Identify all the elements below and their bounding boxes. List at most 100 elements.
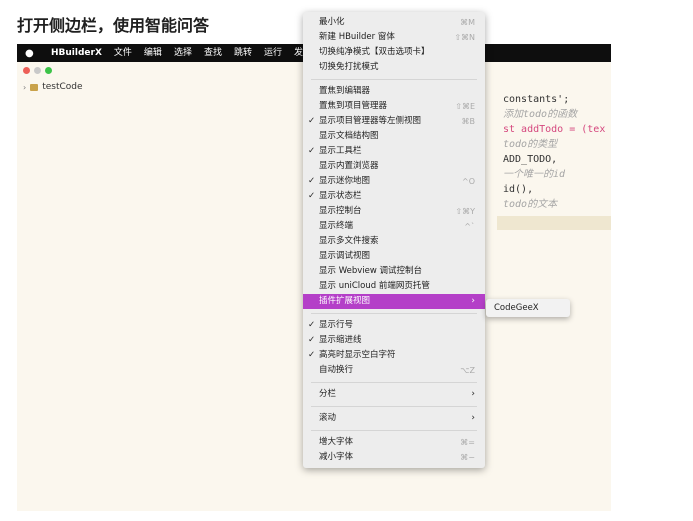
folder-icon	[30, 83, 39, 91]
code-line: 一个唯一的id	[503, 169, 566, 180]
view-menu-item[interactable]: 显示内置浏览器	[303, 159, 485, 174]
plugin-submenu[interactable]: CodeGeeX	[486, 299, 570, 317]
menu-run[interactable]: 运行	[258, 44, 288, 62]
shortcut-label: ⌘B	[461, 117, 476, 126]
view-menu-item-label: 最小化	[319, 17, 345, 27]
view-menu-item-label: 减小字体	[319, 452, 354, 462]
view-menu-item[interactable]: ✓ 显示状态栏	[303, 189, 485, 204]
menu-edit[interactable]: 编辑	[138, 44, 168, 62]
checkmark-icon: ✓	[308, 320, 316, 330]
code-line: constants';	[503, 94, 570, 105]
shortcut-label: ^O	[462, 177, 475, 186]
chevron-right-icon: ›	[471, 296, 475, 306]
shortcut-label: ^`	[464, 222, 475, 231]
chevron-right-icon: ›	[471, 389, 475, 399]
view-menu-item[interactable]: ✓ 显示迷你地图 ^O	[303, 174, 485, 189]
code-line: st addTodo = (tex	[503, 124, 606, 135]
view-menu-item-label: 切换免打扰模式	[319, 62, 379, 72]
view-menu-item[interactable]: 插件扩展视图 ›	[303, 294, 485, 309]
view-menu-item-label: 显示缩进线	[319, 335, 362, 345]
code-editor[interactable]: constants'; 添加todo的函数 st addTodo = (tex tod…	[503, 92, 605, 212]
view-menu: 最小化 ⌘M 新建 HBuilder 窗体 ⇧⌘N 切换纯净模式【双击选项卡】切换免打扰…	[303, 12, 485, 468]
shortcut-label: ⌘=	[460, 438, 475, 447]
view-menu-item-label: 显示迷你地图	[319, 176, 371, 186]
view-menu-item[interactable]: ✓ 显示行号	[303, 318, 485, 333]
view-menu-item-label: 显示项目管理器等左侧视图	[319, 116, 422, 126]
view-menu-item[interactable]: 显示控制台 ⇧⌘Y	[303, 204, 485, 219]
code-line: id(),	[503, 184, 534, 195]
view-menu-item[interactable]: 显示调试视图	[303, 249, 485, 264]
view-menu-item[interactable]: 置焦到项目管理器 ⇧⌘E	[303, 99, 485, 114]
view-menu-item-label: 显示 uniCloud 前端网页托管	[319, 281, 430, 291]
code-line: 添加todo的函数	[503, 109, 578, 120]
shortcut-label: ⌥Z	[460, 366, 475, 375]
shortcut-label: ⇧⌘N	[454, 33, 475, 42]
shortcut-label: ⌘−	[460, 453, 475, 462]
checkmark-icon: ✓	[308, 176, 316, 186]
minimize-window-icon[interactable]	[34, 67, 41, 74]
view-menu-item[interactable]: 显示文档结构图	[303, 129, 485, 144]
menu-find[interactable]: 查找	[198, 44, 228, 62]
chevron-right-icon[interactable]: ›	[23, 83, 26, 92]
menu-separator	[311, 313, 477, 314]
menu-goto[interactable]: 跳转	[228, 44, 258, 62]
shortcut-label: ⇧⌘Y	[455, 207, 475, 216]
view-menu-item[interactable]: 最小化 ⌘M	[303, 15, 485, 30]
shortcut-label: ⌘M	[460, 18, 475, 27]
view-menu-item[interactable]: 切换纯净模式【双击选项卡】	[303, 45, 485, 60]
code-line: todo的类型	[503, 139, 558, 150]
view-menu-item-label: 显示文档结构图	[319, 131, 379, 141]
menu-separator	[311, 79, 477, 80]
shortcut-label: ⇧⌘E	[455, 102, 475, 111]
view-menu-item[interactable]: 切换免打扰模式	[303, 60, 485, 75]
view-menu-item-label: 高亮时显示空白字符	[319, 350, 396, 360]
menu-select[interactable]: 选择	[168, 44, 198, 62]
view-menu-item[interactable]: 分栏 ›	[303, 387, 485, 402]
view-menu-item[interactable]: ✓ 显示工具栏	[303, 144, 485, 159]
view-menu-item-label: 新建 HBuilder 窗体	[319, 32, 395, 42]
view-menu-item[interactable]: ✓ 显示项目管理器等左侧视图 ⌘B	[303, 114, 485, 129]
view-menu-item[interactable]: 增大字体 ⌘=	[303, 435, 485, 450]
view-menu-item-label: 显示内置浏览器	[319, 161, 379, 171]
view-menu-item-label: 插件扩展视图	[319, 296, 371, 306]
view-menu-item-label: 自动换行	[319, 365, 354, 375]
view-menu-item[interactable]: 新建 HBuilder 窗体 ⇧⌘N	[303, 30, 485, 45]
view-menu-item-label: 显示工具栏	[319, 146, 362, 156]
apple-logo-icon[interactable]: ●	[25, 48, 39, 59]
view-menu-item[interactable]: 滚动 ›	[303, 411, 485, 426]
view-menu-item[interactable]: ✓ 高亮时显示空白字符	[303, 348, 485, 363]
view-menu-item-label: 滚动	[319, 413, 337, 423]
maximize-window-icon[interactable]	[45, 67, 52, 74]
window-controls	[23, 67, 52, 74]
menu-separator	[311, 382, 477, 383]
view-menu-item-label: 显示状态栏	[319, 191, 362, 201]
menu-file[interactable]: 文件	[108, 44, 138, 62]
view-menu-item[interactable]: 减小字体 ⌘−	[303, 450, 485, 465]
view-menu-item-label: 显示行号	[319, 320, 354, 330]
view-menu-item-label: 显示终端	[319, 221, 354, 231]
current-line-highlight	[497, 216, 611, 230]
view-menu-item[interactable]: 自动换行 ⌥Z	[303, 363, 485, 378]
view-menu-item[interactable]: 置焦到编辑器	[303, 84, 485, 99]
close-window-icon[interactable]	[23, 67, 30, 74]
menu-separator	[311, 406, 477, 407]
checkmark-icon: ✓	[308, 146, 316, 156]
menu-separator	[311, 430, 477, 431]
view-menu-item[interactable]: ✓ 显示缩进线	[303, 333, 485, 348]
submenu-item-codegeex[interactable]: CodeGeeX	[494, 303, 539, 313]
checkmark-icon: ✓	[308, 335, 316, 345]
project-tree-item[interactable]: › testCode	[23, 82, 83, 92]
menu-app-name[interactable]: HBuilderX	[45, 44, 108, 62]
view-menu-item-label: 置焦到编辑器	[319, 86, 371, 96]
project-name: testCode	[42, 82, 83, 92]
view-menu-item[interactable]: 显示终端 ^`	[303, 219, 485, 234]
view-menu-item-label: 显示控制台	[319, 206, 362, 216]
view-menu-item[interactable]: 显示 uniCloud 前端网页托管	[303, 279, 485, 294]
view-menu-item-label: 分栏	[319, 389, 337, 399]
view-menu-item[interactable]: 显示多文件搜索	[303, 234, 485, 249]
checkmark-icon: ✓	[308, 350, 316, 360]
checkmark-icon: ✓	[308, 116, 316, 126]
view-menu-item[interactable]: 显示 Webview 调试控制台	[303, 264, 485, 279]
view-menu-item-label: 显示 Webview 调试控制台	[319, 266, 423, 276]
view-menu-item-label: 增大字体	[319, 437, 354, 447]
